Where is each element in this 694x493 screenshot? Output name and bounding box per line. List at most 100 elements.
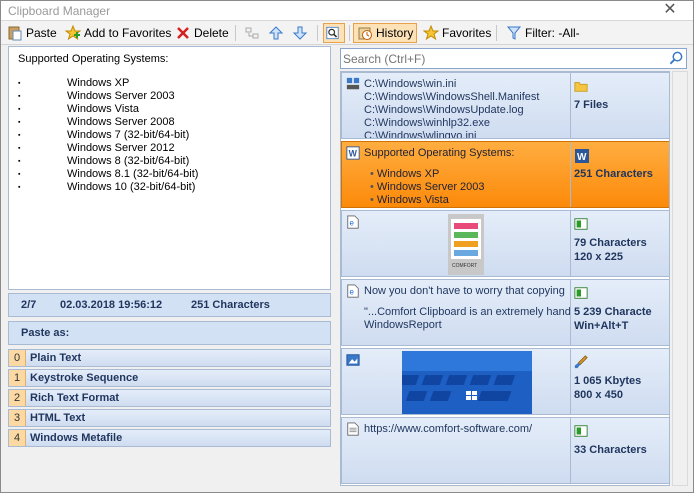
add-to-favorites-button[interactable]: Add to Favorites xyxy=(62,23,174,43)
text-line: "...Comfort Clipboard is an extremely ha… xyxy=(364,306,571,318)
item-meta: W 251 Characters xyxy=(572,142,669,207)
document-list-item: Windows XP xyxy=(18,77,198,90)
item-content: https://www.comfort-software.com/ xyxy=(342,418,571,483)
file-path: C:\Windows\win.ini xyxy=(364,78,457,90)
document-heading: Supported Operating Systems: xyxy=(18,53,169,65)
item-meta-text: 251 Characters xyxy=(574,168,653,180)
history-item-image[interactable]: e COMFORT 79 Characters 120 x 225 xyxy=(341,210,669,277)
history-item-picture[interactable]: 1 065 Kbytes 800 x 450 xyxy=(341,348,669,415)
folder-icon xyxy=(574,82,588,92)
item-position: 2/7 xyxy=(21,299,37,311)
item-content: e Now you don't have to worry that copyi… xyxy=(342,280,571,345)
rtf-preview: Supported Operating Systems: Windows XP … xyxy=(364,147,514,207)
preview-toggle-button[interactable] xyxy=(323,23,345,43)
image-icon xyxy=(574,218,588,230)
text-preview: Now you don't have to worry that copying… xyxy=(364,285,571,332)
move-down-button[interactable] xyxy=(289,23,314,43)
paste-option-plain-text[interactable]: 0 Plain Text xyxy=(8,349,331,367)
item-content xyxy=(342,349,571,414)
html-page-icon: e xyxy=(347,284,359,298)
image-size: 120 x 225 xyxy=(574,251,623,263)
item-content: W Supported Operating Systems: Windows X… xyxy=(342,142,571,207)
toolbar-separator xyxy=(349,25,350,41)
filter-label: Filter: -All- xyxy=(525,26,580,40)
star-icon xyxy=(423,25,439,41)
paste-option-label: Keystroke Sequence xyxy=(30,372,139,384)
paste-option-keystroke[interactable]: 1 Keystroke Sequence xyxy=(8,369,331,387)
paint-brush-icon xyxy=(574,355,588,369)
move-icon xyxy=(245,27,259,39)
history-button[interactable]: History xyxy=(353,23,418,43)
move-up-button[interactable] xyxy=(265,23,290,43)
toolbar-separator xyxy=(235,25,236,41)
paste-option-metafile[interactable]: 4 Windows Metafile xyxy=(8,429,331,447)
shortcut-key: 4 xyxy=(9,430,26,446)
file-path: C:\Windows\WindowsUpdate.log xyxy=(364,104,524,116)
favorites-button[interactable]: Favorites xyxy=(420,23,494,43)
toolbar-separator xyxy=(496,25,497,41)
toolbar-separator xyxy=(317,25,318,41)
document-list-item: Windows 10 (32-bit/64-bit) xyxy=(18,181,198,194)
document-list-item: Windows Vista xyxy=(18,103,198,116)
svg-text:W: W xyxy=(577,152,587,163)
char-count: 79 Characters xyxy=(574,237,647,249)
move-button[interactable] xyxy=(241,23,266,43)
hotkey: Win+Alt+T xyxy=(574,320,629,332)
paste-as-header: Paste as: xyxy=(8,321,331,345)
file-path: C:\Windows\WindowsShell.Manifest xyxy=(364,91,540,103)
item-meta-text: 7 Files xyxy=(574,99,609,111)
vertical-scrollbar[interactable] xyxy=(672,71,688,486)
history-item-text[interactable]: e Now you don't have to worry that copyi… xyxy=(341,279,669,346)
rtf-heading: Supported Operating Systems: xyxy=(364,147,515,159)
paste-option-label: HTML Text xyxy=(30,412,86,424)
paste-button[interactable]: Paste xyxy=(4,23,60,43)
shortcut-key: 2 xyxy=(9,390,26,406)
paste-option-html[interactable]: 3 HTML Text xyxy=(8,409,331,427)
status-bar: 2/7 02.03.2018 19:56:12 251 Characters xyxy=(8,293,331,317)
item-meta-text: 33 Characters xyxy=(574,444,647,456)
text-line: Now you don't have to worry that copying xyxy=(364,285,565,297)
document-list-item: Windows 7 (32-bit/64-bit) xyxy=(18,129,198,142)
history-item-rtf[interactable]: W Supported Operating Systems: Windows X… xyxy=(341,141,669,208)
shortcut-key: 3 xyxy=(9,410,26,426)
favorites-label: Favorites xyxy=(442,26,492,40)
history-item-files[interactable]: C:\Windows\win.ini C:\Windows\WindowsShe… xyxy=(341,72,669,139)
item-meta: 7 Files xyxy=(572,73,669,138)
history-list[interactable]: C:\Windows\win.ini C:\Windows\WindowsShe… xyxy=(340,71,670,486)
arrow-down-icon xyxy=(292,26,308,40)
file-path: C:\Windows\winhlp32.exe xyxy=(364,117,490,129)
history-item-url[interactable]: https://www.comfort-software.com/ 33 Cha… xyxy=(341,417,669,484)
keyboard-thumbnail xyxy=(402,351,532,414)
preview-document[interactable]: Supported Operating Systems: Windows XP … xyxy=(8,46,331,290)
arrow-up-icon xyxy=(268,26,284,40)
rtf-bullet: Windows Server 2003 xyxy=(364,181,514,194)
delete-button[interactable]: Delete xyxy=(172,23,232,43)
preview-icon xyxy=(326,26,339,40)
picture-icon xyxy=(346,354,360,366)
search-icon[interactable] xyxy=(669,51,684,66)
item-date: 02.03.2018 19:56:12 xyxy=(60,299,163,311)
item-meta: 5 239 Characte Win+Alt+T xyxy=(572,280,669,345)
close-button[interactable]: ✕ xyxy=(647,1,693,20)
search-box[interactable] xyxy=(340,48,687,69)
add-favorite-icon xyxy=(65,25,81,41)
search-input[interactable] xyxy=(343,51,661,66)
rtf-bullet: Windows Vista xyxy=(364,194,514,207)
item-size: 251 Characters xyxy=(191,299,270,311)
delete-label: Delete xyxy=(194,26,229,40)
add-to-favorites-label: Add to Favorites xyxy=(84,26,172,40)
item-meta: 79 Characters 120 x 225 xyxy=(572,211,669,276)
shortcut-key: 0 xyxy=(9,350,26,366)
svg-text:e: e xyxy=(350,219,355,228)
text-document-icon xyxy=(347,422,359,436)
rtf-bullet: Windows XP xyxy=(364,168,514,181)
filter-button[interactable]: Filter: -All- xyxy=(503,23,583,43)
file-paths: C:\Windows\win.ini C:\Windows\WindowsShe… xyxy=(364,78,539,138)
item-meta: 1 065 Kbytes 800 x 450 xyxy=(572,349,669,414)
word-document-icon: W xyxy=(346,146,360,160)
paste-option-rtf[interactable]: 2 Rich Text Format xyxy=(8,389,331,407)
clipboard-thumbnail: COMFORT xyxy=(448,214,484,275)
toolbar: Paste Add to Favorites Delete History Fa… xyxy=(1,21,693,45)
html-page-icon: e xyxy=(347,215,359,229)
history-clock-icon xyxy=(358,27,372,40)
